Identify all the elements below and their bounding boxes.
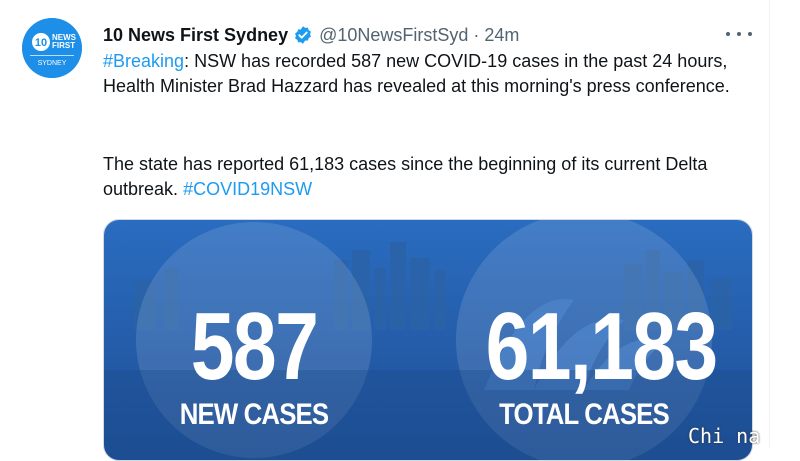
verified-badge-icon	[293, 25, 313, 45]
tweet-text-paragraph-2: The state has reported 61,183 cases sinc…	[103, 152, 763, 202]
watermark: Chi na	[688, 424, 761, 448]
total-cases-label: TOTAL CASES	[499, 398, 670, 431]
display-name[interactable]: 10 News First Sydney	[103, 25, 288, 46]
timestamp[interactable]: 24m	[484, 25, 519, 46]
separator-dot: ·	[473, 24, 480, 45]
new-cases-value: 587	[190, 293, 319, 400]
avatar-logo-text: 10	[35, 37, 47, 49]
avatar-logo-text: SYDNEY	[38, 60, 67, 67]
avatar[interactable]: 10 NEWS FIRST SYDNEY	[22, 18, 82, 78]
avatar-logo-text: FIRST	[52, 41, 75, 50]
handle[interactable]: @10NewsFirstSyd	[319, 25, 468, 46]
tweet-media-image[interactable]: 587 61,183 NEW CASES TOTAL CASES	[103, 219, 753, 461]
10-news-logo-icon: 10 NEWS FIRST SYDNEY	[22, 18, 82, 78]
hashtag-covid19nsw[interactable]: #COVID19NSW	[183, 179, 312, 199]
new-cases-label: NEW CASES	[179, 398, 329, 431]
more-options-icon[interactable]	[726, 24, 752, 44]
tweet-text: : NSW has recorded 587 new COVID-19 case…	[103, 51, 730, 96]
tweet-header: 10 News First Sydney @10NewsFirstSyd · 2…	[103, 22, 519, 48]
tweet-text-paragraph-1: #Breaking: NSW has recorded 587 new COVI…	[103, 49, 763, 99]
total-cases-value: 61,183	[485, 293, 719, 400]
hashtag-breaking[interactable]: #Breaking	[103, 51, 184, 71]
timeline-border	[769, 0, 770, 448]
